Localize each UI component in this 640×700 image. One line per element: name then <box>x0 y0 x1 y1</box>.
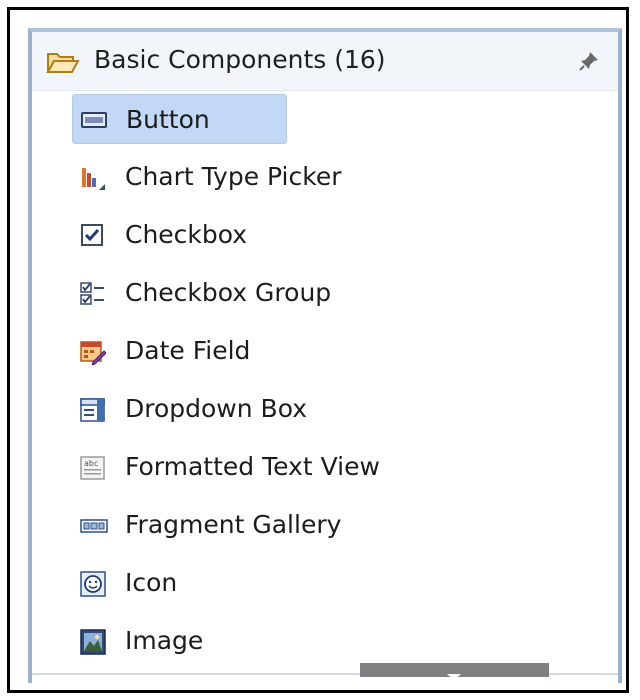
list-item-label: Date Field <box>125 336 251 365</box>
checkbox-icon <box>80 223 104 247</box>
list-item-checkbox[interactable]: Checkbox <box>72 210 522 260</box>
list-item-fragment-gallery[interactable]: Fragment Gallery <box>72 500 522 550</box>
button-icon <box>81 108 107 132</box>
fragment-gallery-icon <box>80 513 108 537</box>
date-field-icon <box>80 339 107 366</box>
list-item-label: Icon <box>125 568 178 597</box>
image-icon <box>80 629 106 655</box>
list-item-label: Button <box>126 105 210 134</box>
list-item-date-field[interactable]: Date Field <box>72 326 522 376</box>
dropdown-box-icon <box>80 397 105 422</box>
list-item-label: Chart Type Picker <box>125 162 342 191</box>
list-item-checkbox-group[interactable]: Checkbox Group <box>72 268 522 318</box>
list-item-label: Checkbox Group <box>125 278 332 307</box>
list-item-label: Fragment Gallery <box>125 510 342 539</box>
scroll-down-button[interactable] <box>360 663 549 680</box>
list-item-label: Checkbox <box>125 220 248 249</box>
chevron-down-icon <box>446 666 462 685</box>
list-item-button[interactable]: Button <box>72 94 287 144</box>
list-item-dropdown-box[interactable]: Dropdown Box <box>72 384 522 434</box>
list-item-icon[interactable]: Icon <box>72 558 522 608</box>
list-item-image[interactable]: Image <box>72 616 522 666</box>
component-palette-panel: Basic Components (16) Button Chart Type … <box>28 28 622 683</box>
checkbox-group-icon <box>80 281 104 305</box>
formatted-text-view-icon: abc <box>80 455 105 480</box>
svg-text:abc: abc <box>84 459 98 468</box>
list-item-chart-type-picker[interactable]: Chart Type Picker <box>72 152 522 202</box>
pin-icon[interactable] <box>578 50 600 76</box>
list-item-label: Dropdown Box <box>125 394 308 423</box>
list-item-label: Formatted Text View <box>125 452 380 481</box>
list-item-label: Image <box>125 626 204 655</box>
category-header[interactable]: Basic Components (16) <box>32 32 618 91</box>
category-title: Basic Components (16) <box>94 45 386 74</box>
chart-type-picker-icon <box>80 165 105 190</box>
folder-open-icon <box>46 50 80 78</box>
list-item-formatted-text-view[interactable]: abc Formatted Text View <box>72 442 522 492</box>
smiley-icon <box>80 571 106 597</box>
